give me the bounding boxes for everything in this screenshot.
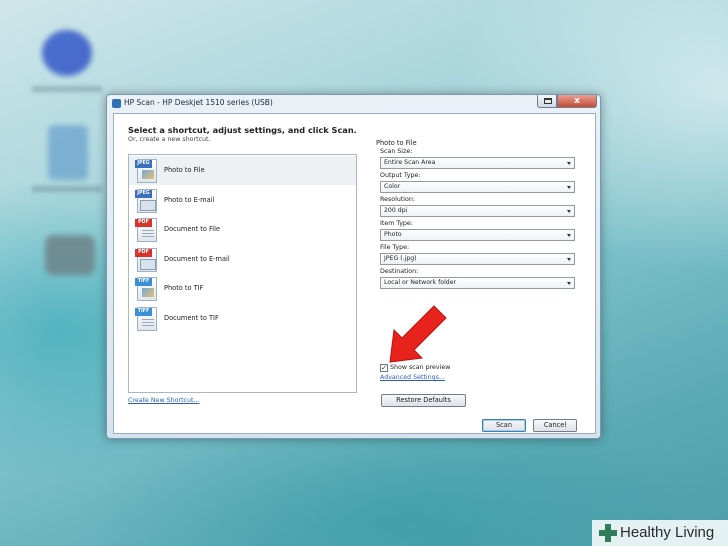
instructions-subheading: Or, create a new shortcut. <box>128 136 211 143</box>
setting-label: File Type: <box>380 244 410 251</box>
file-type-tag: JPEG <box>135 160 152 168</box>
text-lines-icon <box>142 230 154 238</box>
instructions-heading: Select a shortcut, adjust settings, and … <box>128 125 357 135</box>
chevron-down-icon <box>567 186 571 189</box>
setting-dropdown[interactable]: JPEG (.jpg) <box>380 253 575 265</box>
settings-title: Photo to File <box>376 139 417 147</box>
envelope-icon <box>140 199 156 211</box>
setting-label: Item Type: <box>380 220 413 227</box>
red-pointer-arrow-icon <box>389 305 447 363</box>
dropdown-value: 200 dpi <box>384 207 408 214</box>
cancel-button[interactable]: Cancel <box>533 419 577 432</box>
restore-defaults-button[interactable]: Restore Defaults <box>381 394 466 407</box>
chevron-down-icon <box>567 210 571 213</box>
desktop-icon-label <box>32 186 102 192</box>
window-title: HP Scan - HP Deskjet 1510 series (USB) <box>124 98 273 107</box>
shortcut-item[interactable]: JPEG Photo to File <box>129 156 356 185</box>
shortcut-label: Photo to File <box>164 166 205 174</box>
picture-icon <box>142 170 154 179</box>
setting-label: Output Type: <box>380 172 421 179</box>
setting-label: Scan Size: <box>380 148 413 155</box>
chevron-down-icon <box>567 282 571 285</box>
shortcut-label: Photo to E-mail <box>164 195 215 204</box>
dropdown-value: Photo <box>384 231 402 238</box>
dropdown-value: Local or Network folder <box>384 279 457 286</box>
tiff-document-icon: TIFF <box>135 306 157 331</box>
pdf-email-icon: PDF <box>135 247 157 272</box>
chevron-down-icon <box>567 234 571 237</box>
title-bar[interactable]: HP Scan - HP Deskjet 1510 series (USB) x <box>107 95 600 113</box>
tiff-photo-icon: TIFF <box>135 277 157 301</box>
shortcut-item[interactable]: TIFF Photo to TIF <box>129 274 356 303</box>
pdf-document-icon: PDF <box>135 218 157 242</box>
setting-dropdown[interactable]: Color <box>380 181 575 193</box>
scan-button[interactable]: Scan <box>482 419 526 432</box>
envelope-icon <box>140 258 156 270</box>
shortcut-item[interactable]: TIFF Document to TIF <box>129 304 356 333</box>
shortcut-label: Document to File <box>164 225 221 233</box>
plus-logo-icon <box>599 524 617 542</box>
chevron-down-icon <box>567 258 571 261</box>
setting-dropdown[interactable]: Local or Network folder <box>380 277 575 289</box>
chevron-down-icon <box>567 162 571 165</box>
text-lines-icon <box>142 318 154 327</box>
maximize-button[interactable] <box>537 95 557 108</box>
maximize-icon <box>544 98 552 104</box>
desktop-printer-icon[interactable] <box>45 235 95 275</box>
setting-label: Destination: <box>380 268 419 275</box>
jpeg-email-icon: JPEG <box>135 188 157 213</box>
setting-label: Resolution: <box>380 196 416 203</box>
hp-scan-app-icon <box>112 99 121 108</box>
shortcut-item[interactable]: PDF Document to E-mail <box>129 245 356 274</box>
desktop-computer-icon[interactable] <box>42 30 92 76</box>
shortcut-label: Photo to TIF <box>164 284 204 292</box>
setting-dropdown[interactable]: Photo <box>380 229 575 241</box>
file-type-tag: TIFF <box>135 307 152 316</box>
shortcut-list: JPEG Photo to File JPEG Photo to E-mail PDF D… <box>128 154 357 393</box>
shortcut-label: Document to E-mail <box>164 254 230 263</box>
file-type-tag: PDF <box>135 248 152 257</box>
dialog-content: Select a shortcut, adjust settings, and … <box>113 113 596 434</box>
advanced-settings-link[interactable]: Advanced Settings... <box>380 374 445 381</box>
healthy-living-watermark: Healthy Living <box>592 520 728 546</box>
create-new-shortcut-link[interactable]: Create New Shortcut... <box>128 397 200 404</box>
setting-dropdown[interactable]: 200 dpi <box>380 205 575 217</box>
file-type-tag: PDF <box>135 219 152 227</box>
shortcut-item[interactable]: PDF Document to File <box>129 215 356 244</box>
dropdown-value: JPEG (.jpg) <box>384 255 417 262</box>
dropdown-value: Entire Scan Area <box>384 159 436 166</box>
watermark-text: Healthy Living <box>620 524 715 541</box>
close-button[interactable]: x <box>557 95 597 108</box>
dropdown-value: Color <box>384 183 401 190</box>
file-type-tag: JPEG <box>135 189 152 198</box>
shortcut-item[interactable]: JPEG Photo to E-mail <box>129 186 356 215</box>
hp-scan-window: HP Scan - HP Deskjet 1510 series (USB) x… <box>106 94 601 439</box>
shortcut-label: Document to TIF <box>164 313 219 322</box>
picture-icon <box>142 288 154 297</box>
desktop-icon-label <box>32 86 102 92</box>
file-type-tag: TIFF <box>135 278 152 286</box>
close-icon: x <box>574 96 580 106</box>
desktop-document-icon[interactable] <box>48 125 88 180</box>
jpeg-photo-icon: JPEG <box>135 159 157 183</box>
setting-dropdown[interactable]: Entire Scan Area <box>380 157 575 169</box>
